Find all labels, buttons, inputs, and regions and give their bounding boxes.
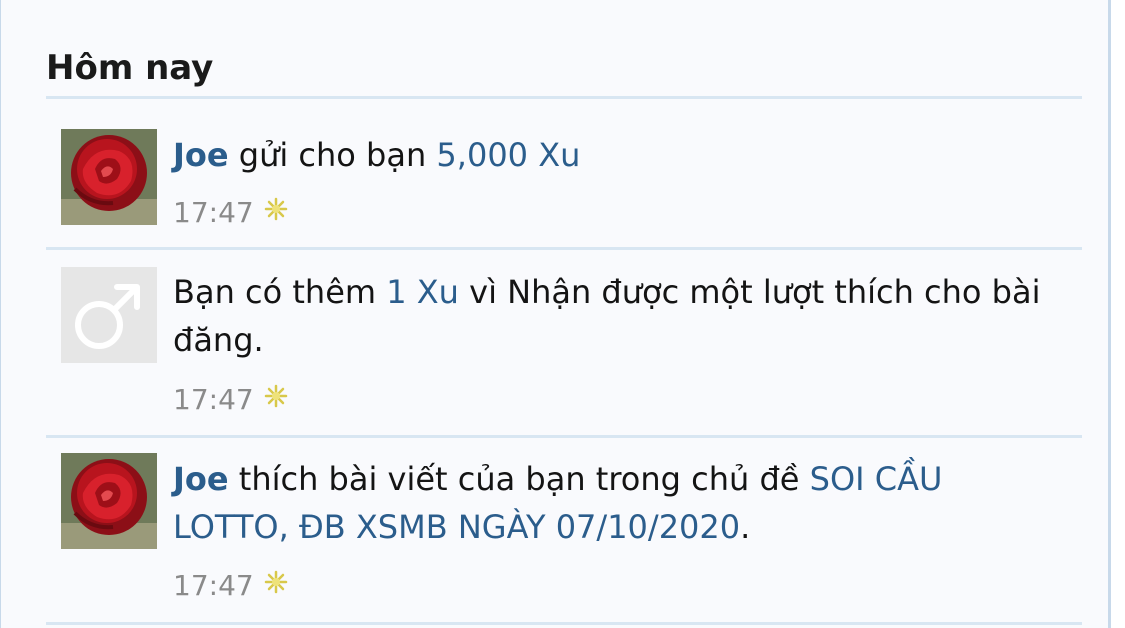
divider bbox=[46, 622, 1082, 625]
sparkle-icon bbox=[264, 381, 288, 408]
coins-link[interactable]: 1 Xu bbox=[386, 273, 459, 311]
notification-item[interactable]: Joe gửi cho bạn 5,000 Xu 17:47 bbox=[46, 99, 1082, 247]
male-symbol-avatar[interactable] bbox=[61, 267, 157, 363]
section-title: Hôm nay bbox=[46, 48, 214, 88]
user-link[interactable]: Joe bbox=[173, 136, 229, 174]
notification-text: Bạn có thêm 1 Xu vì Nhận được một lượt t… bbox=[173, 268, 1053, 364]
notification-item[interactable]: Bạn có thêm 1 Xu vì Nhận được một lượt t… bbox=[46, 250, 1082, 435]
timestamp-row: 17:47 bbox=[173, 195, 288, 231]
notification-text: Joe thích bài viết của bạn trong chủ đề … bbox=[173, 455, 1053, 551]
notification-message: thích bài viết của bạn trong chủ đề bbox=[228, 460, 810, 498]
coins-link[interactable]: 5,000 Xu bbox=[436, 136, 580, 174]
notification-item[interactable]: Joe thích bài viết của bạn trong chủ đề … bbox=[46, 438, 1082, 623]
notification-message: gửi cho bạn bbox=[228, 136, 437, 174]
notification-message: . bbox=[740, 508, 751, 546]
notification-text: Joe gửi cho bạn 5,000 Xu bbox=[173, 131, 1053, 179]
rose-avatar[interactable] bbox=[61, 453, 157, 549]
timestamp: 17:47 bbox=[173, 196, 254, 229]
timestamp-row: 17:47 bbox=[173, 382, 288, 418]
timestamp: 17:47 bbox=[173, 383, 254, 416]
timestamp: 17:47 bbox=[173, 569, 254, 602]
sparkle-icon bbox=[264, 567, 288, 594]
rose-avatar[interactable] bbox=[61, 129, 157, 225]
notification-message: Bạn có thêm bbox=[173, 273, 387, 311]
user-link[interactable]: Joe bbox=[173, 460, 229, 498]
sparkle-icon bbox=[264, 194, 288, 221]
timestamp-row: 17:47 bbox=[173, 568, 288, 604]
notification-panel: Hôm nay Joe gửi cho bạn 5,000 Xu 17:47 B… bbox=[0, 0, 1111, 628]
